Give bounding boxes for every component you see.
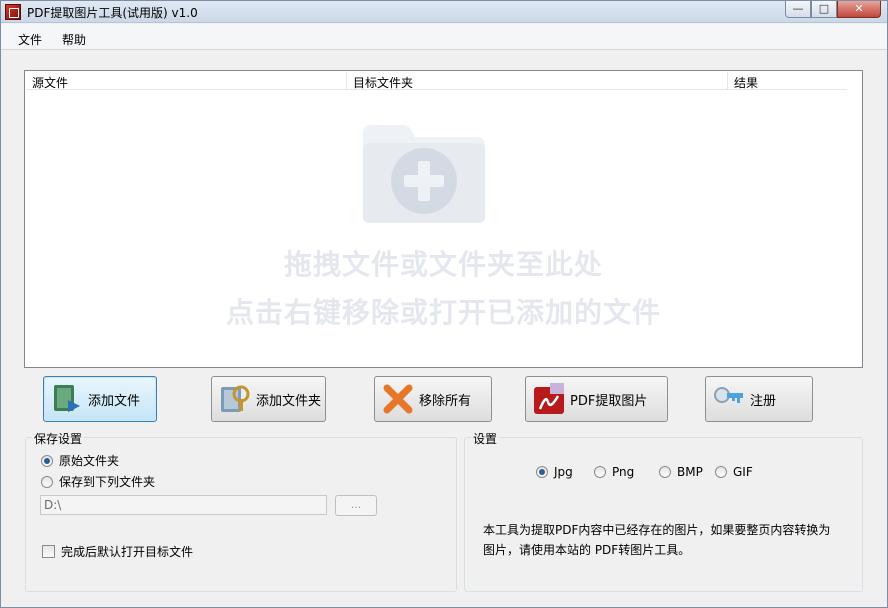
context-menu-hint: 点击右键移除或打开已添加的文件 [225,296,661,329]
close-button[interactable]: ✕ [837,1,881,18]
tool-description: 本工具为提取PDF内容中已经存在的图片，如果要整页内容转换为图片，请使用本站的 … [483,523,831,557]
add-folder-watermark-icon [363,125,485,223]
browse-button[interactable]: ... [335,495,377,516]
menu-help[interactable]: 帮助 [62,31,86,48]
column-target[interactable]: 目标文件夹 [353,74,413,91]
extract-images-label: PDF提取图片 [570,393,648,409]
app-pdf-icon [5,4,21,20]
format-settings-group: 设置 Jpg Png BMP GIF 本工具为提取PDF内容中已经存在的图片，如… [464,430,863,592]
radio-custom-label: 保存到下列文件夹 [59,475,156,489]
save-settings-title: 保存设置 [32,430,85,447]
radio-bmp[interactable]: BMP [659,465,703,479]
file-list-dropzone[interactable]: 源文件 目标文件夹 结果 拖拽文件或文件夹至此处 点击右键移除或打开已添加的文件 [24,70,863,368]
column-divider[interactable] [346,72,347,90]
column-divider[interactable] [727,72,728,90]
output-path-field[interactable]: D:\ [40,495,327,515]
drag-drop-hint: 拖拽文件或文件夹至此处 [283,248,603,281]
column-source[interactable]: 源文件 [32,74,68,91]
radio-jpg[interactable]: Jpg [536,465,573,479]
radio-gif[interactable]: GIF [715,465,753,479]
remove-all-button[interactable]: 移除所有 [374,376,492,422]
format-settings-title: 设置 [471,430,500,447]
radio-custom-folder[interactable]: 保存到下列文件夹 [41,473,155,490]
add-folder-label: 添加文件夹 [256,393,322,409]
format-png-label: Png [612,465,635,479]
open-after-label: 完成后默认打开目标文件 [61,545,194,559]
register-button[interactable]: 注册 [705,376,813,422]
checkbox-box [42,545,55,558]
main-window: PDF提取图片工具(试用版) v1.0 — □ ✕ 文件 帮助 源文件 目标文件… [0,0,888,608]
open-after-checkbox[interactable]: 完成后默认打开目标文件 [42,543,193,560]
radio-original-label: 原始文件夹 [59,454,120,468]
minimize-button[interactable]: — [785,1,811,18]
add-folder-button[interactable]: 添加文件夹 [211,376,326,422]
format-jpg-label: Jpg [554,465,573,479]
add-file-icon [54,385,80,412]
add-file-button[interactable]: 添加文件 [43,376,157,422]
remove-x-icon [383,384,413,414]
radio-checked-icon [41,454,53,467]
remove-all-label: 移除所有 [419,393,472,409]
extract-images-button[interactable]: PDF提取图片 [525,376,668,422]
radio-png[interactable]: Png [594,465,634,479]
add-folder-icon [221,385,250,412]
menu-bar: 文件 帮助 [1,24,887,50]
add-file-label: 添加文件 [88,393,141,409]
maximize-button[interactable]: □ [811,1,837,18]
window-title: PDF提取图片工具(试用版) v1.0 [27,6,198,20]
title-bar[interactable]: PDF提取图片工具(试用版) v1.0 — □ ✕ [1,1,887,23]
format-bmp-label: BMP [677,465,703,479]
list-header: 源文件 目标文件夹 结果 [26,72,847,90]
radio-unchecked-icon [659,466,671,478]
radio-checked-icon [536,466,548,478]
register-label: 注册 [750,393,777,409]
column-result[interactable]: 结果 [734,74,758,91]
key-icon [714,387,743,403]
pdf-to-image-icon [534,383,564,414]
radio-unchecked-icon [41,475,53,488]
format-gif-label: GIF [733,465,753,479]
radio-unchecked-icon [594,466,606,478]
radio-unchecked-icon [715,466,727,478]
menu-file[interactable]: 文件 [18,31,42,48]
radio-original-folder[interactable]: 原始文件夹 [41,452,119,469]
save-settings-group: 保存设置 原始文件夹 保存到下列文件夹 D:\ ... 完成后默认打开目标文件 [25,430,457,592]
